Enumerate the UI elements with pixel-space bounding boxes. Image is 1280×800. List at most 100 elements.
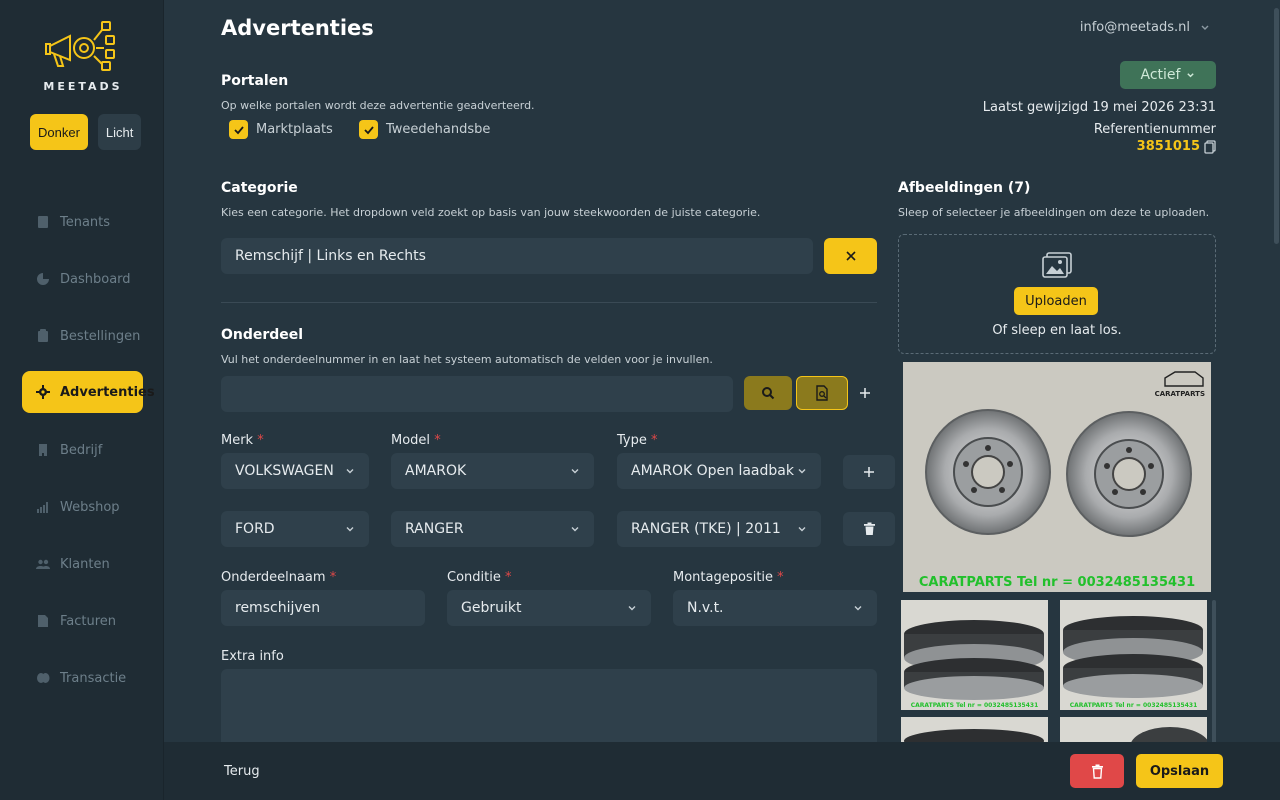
chevron-down-icon	[628, 606, 636, 611]
status-label: Actief	[1140, 67, 1181, 83]
sidebar-item-dashboard[interactable]: Dashboard	[22, 258, 143, 300]
condition-select[interactable]: Gebruikt	[447, 590, 651, 626]
page-scrollbar[interactable]	[1272, 0, 1280, 800]
position-label: Montagepositie *	[673, 570, 784, 585]
brand-select[interactable]: VOLKSWAGEN	[221, 453, 369, 489]
image-thumbnail[interactable]: CARATPARTS Tel nr = 0032485135431	[901, 600, 1048, 710]
chevron-down-icon	[1201, 25, 1209, 30]
images-title: Afbeeldingen (7)	[898, 180, 1031, 196]
part-number-input[interactable]	[221, 376, 733, 412]
position-select[interactable]: N.v.t.	[673, 590, 877, 626]
sidebar-item-klanten[interactable]: Klanten	[22, 543, 143, 585]
images-scrollbar[interactable]	[1212, 600, 1216, 750]
sidebar-item-webshop[interactable]: Webshop	[22, 486, 143, 528]
bar-chart-icon	[37, 502, 48, 513]
brake-disc-side-photo	[1060, 600, 1207, 710]
type-select[interactable]: AMAROK Open laadbak	[617, 453, 821, 489]
portal-label: Marktplaats	[256, 122, 333, 137]
drop-hint: Of sleep en laat los.	[992, 323, 1122, 338]
company-icon	[39, 444, 47, 456]
sidebar-item-advertenties[interactable]: Advertenties	[22, 371, 155, 413]
checkbox-box[interactable]	[229, 120, 248, 139]
chevron-down-icon	[346, 527, 354, 532]
checkmark-icon	[363, 125, 374, 134]
sidebar-item-bestellingen[interactable]: Bestellingen	[22, 315, 143, 357]
image-dropzone[interactable]: Uploaden Of sleep en laat los.	[898, 234, 1216, 354]
save-button[interactable]: Opslaan	[1136, 754, 1223, 788]
delete-button[interactable]	[1070, 754, 1124, 788]
meetads-logo[interactable]: MEETADS	[40, 18, 126, 96]
sidebar-item-label: Facturen	[60, 613, 117, 629]
sidebar-item-bedrijf[interactable]: Bedrijf	[22, 429, 143, 471]
users-icon	[36, 559, 50, 569]
gear-icon	[36, 385, 50, 399]
category-select[interactable]: Remschijf | Links en Rechts	[221, 238, 813, 274]
sidebar: MEETADS Donker Licht Tenants Dashboard B…	[0, 0, 164, 800]
sidebar-item-label: Advertenties	[60, 384, 155, 400]
model-select[interactable]: AMAROK	[391, 453, 594, 489]
images-hint: Sleep of selecteer je afbeeldingen om de…	[898, 206, 1210, 219]
brake-disc-side-photo	[901, 600, 1048, 710]
image-caption: CARATPARTS Tel nr = 0032485135431	[918, 575, 1196, 590]
theme-light-button[interactable]: Licht	[97, 114, 142, 150]
upload-button[interactable]: Uploaden	[1014, 287, 1098, 315]
close-icon	[845, 251, 856, 261]
image-thumbnail[interactable]: CARATPARTS Tel nr = 0032485135431	[1060, 600, 1207, 710]
category-value: Remschijf | Links en Rechts	[235, 248, 426, 264]
page-title: Advertenties	[221, 16, 374, 40]
document-search-button[interactable]	[796, 376, 848, 410]
megaphone-logo-icon	[45, 21, 115, 71]
plus-icon	[860, 388, 870, 398]
sidebar-item-tenants[interactable]: Tenants	[22, 201, 143, 243]
section-divider	[221, 302, 877, 303]
portal-marktplaats-checkbox[interactable]: Marktplaats	[229, 120, 333, 139]
clear-category-button[interactable]	[824, 238, 877, 274]
add-vehicle-button[interactable]	[843, 455, 895, 489]
coins-icon	[37, 673, 50, 683]
plus-icon	[864, 467, 874, 477]
reference-label: Referentienummer	[1093, 122, 1216, 137]
reference-number: 3851015	[1137, 139, 1216, 154]
search-part-button[interactable]	[744, 376, 792, 410]
back-link[interactable]: Terug	[224, 764, 260, 779]
brand-value: VOLKSWAGEN	[235, 463, 334, 479]
image-thumbnail[interactable]	[1060, 717, 1207, 743]
part-name-value: remschijven	[235, 600, 321, 616]
position-value: N.v.t.	[687, 600, 724, 616]
brand-select[interactable]: FORD	[221, 511, 369, 547]
search-icon	[762, 387, 775, 400]
account-email: info@meetads.nl	[1079, 20, 1190, 35]
checkmark-icon	[233, 125, 244, 134]
add-part-button[interactable]	[852, 376, 878, 410]
brand-label: Merk *	[221, 433, 264, 448]
category-title: Categorie	[221, 180, 298, 196]
remove-vehicle-button[interactable]	[843, 512, 895, 546]
page-scrollbar-thumb[interactable]	[1274, 8, 1279, 244]
chevron-down-icon	[571, 469, 579, 474]
model-select[interactable]: RANGER	[391, 511, 594, 547]
brand-value: FORD	[235, 521, 275, 537]
checkbox-box[interactable]	[359, 120, 378, 139]
status-dropdown[interactable]: Actief	[1120, 61, 1216, 89]
copy-icon[interactable]	[1204, 139, 1216, 154]
theme-dark-button[interactable]: Donker	[30, 114, 88, 150]
chevron-down-icon	[571, 527, 579, 532]
category-hint: Kies een categorie. Het dropdown veld zo…	[221, 206, 761, 219]
brake-disc-side-photo	[901, 717, 1048, 743]
type-value: RANGER (TKE) | 2011	[631, 521, 781, 537]
sidebar-item-label: Webshop	[60, 499, 120, 515]
pie-chart-icon	[37, 273, 49, 285]
type-select[interactable]: RANGER (TKE) | 2011	[617, 511, 821, 547]
sidebar-item-label: Bedrijf	[60, 442, 103, 458]
chevron-down-icon	[798, 469, 806, 474]
part-title: Onderdeel	[221, 327, 304, 343]
image-thumbnail[interactable]	[901, 717, 1048, 743]
account-menu[interactable]: info@meetads.nl	[1080, 20, 1210, 35]
last-modified: Laatst gewijzigd 19 mei 2026 23:31	[982, 100, 1216, 115]
chevron-down-icon	[346, 469, 354, 474]
main-image[interactable]: CARATPARTS CARATPARTS Tel nr = 003248513…	[903, 362, 1211, 592]
sidebar-item-facturen[interactable]: Facturen	[22, 600, 143, 642]
portal-tweedehands-checkbox[interactable]: Tweedehandsbe	[359, 120, 490, 139]
sidebar-item-transactie[interactable]: Transactie	[22, 657, 143, 699]
part-name-input[interactable]: remschijven	[221, 590, 425, 626]
